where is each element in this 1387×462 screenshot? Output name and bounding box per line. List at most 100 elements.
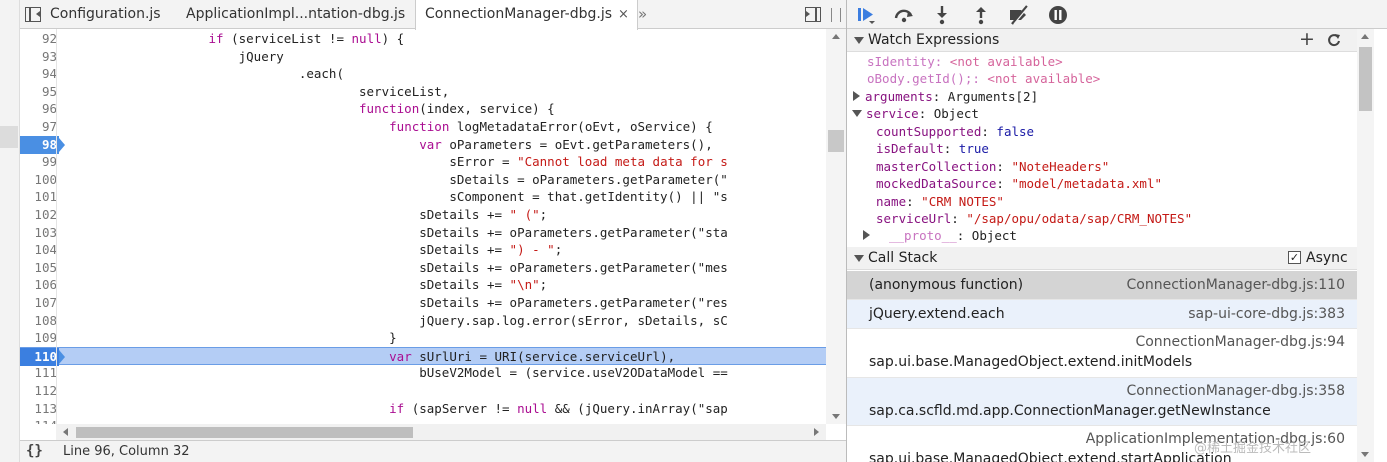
line-number[interactable]: 102 [20,206,57,224]
more-icon[interactable] [831,8,841,22]
code-line[interactable]: 113 if (sapServer != null && (jQuery.inA… [20,400,826,418]
expand-triangle-icon[interactable] [863,230,870,240]
watch-property[interactable]: name: "CRM NOTES" [876,193,1004,210]
scroll-right-icon[interactable] [814,428,819,436]
code-line[interactable]: 100 sDetails = oParameters.getParameter(… [20,171,826,189]
line-number[interactable]: 104 [20,241,57,259]
code-line[interactable]: 111 bUseV2Model = (service.useV2ODataMod… [20,364,826,382]
toggle-debugger-icon[interactable] [805,7,821,22]
expand-triangle-icon[interactable] [853,91,860,101]
line-number[interactable]: 99 [20,153,57,171]
frame-location[interactable]: sap-ui-core-dbg.js:383 [1188,306,1345,322]
code-line[interactable]: 104 sDetails += ") - "; [20,241,826,259]
tab-connection-manager[interactable]: ConnectionManager-dbg.js × [415,0,638,30]
scroll-down-icon[interactable] [832,414,840,419]
scrollbar-thumb[interactable] [828,130,844,152]
call-frame[interactable]: ConnectionManager-dbg.js:94 sap.ui.base.… [847,329,1357,378]
line-number[interactable]: 114 [20,417,57,424]
editor-vertical-scrollbar[interactable] [826,29,846,424]
watch-property[interactable]: masterCollection: "NoteHeaders" [876,158,1109,175]
call-frame[interactable]: jQuery.extend.each sap-ui-core-dbg.js:38… [847,300,1357,329]
tab-application-impl[interactable]: ApplicationImpl...ntation-dbg.js [186,0,405,29]
code-line[interactable]: 112 [20,382,826,400]
scroll-left-icon[interactable] [63,428,68,436]
line-number[interactable]: 109 [20,329,57,347]
call-frame[interactable]: ConnectionManager-dbg.js:358 sap.ca.scfl… [847,378,1357,426]
call-frame[interactable]: (anonymous function) ConnectionManager-d… [847,271,1357,300]
code-line[interactable]: 105 sDetails += oParameters.getParameter… [20,259,826,277]
line-number[interactable]: 105 [20,259,57,277]
watch-property[interactable]: countSupported: false [876,123,1034,140]
scroll-down-icon[interactable] [1361,452,1369,457]
line-number[interactable]: 97 [20,118,57,136]
code-line[interactable]: 96 function(index, service) { [20,100,826,118]
line-number[interactable]: 96 [20,100,57,118]
deactivate-breakpoints-icon[interactable] [1008,4,1030,26]
close-tab-icon[interactable]: × [618,7,629,22]
code-line[interactable]: 93 jQuery [20,48,826,66]
scroll-up-icon[interactable] [832,34,840,39]
code-line[interactable]: 101 sComponent = that.getIdentity() || "… [20,188,826,206]
code-line[interactable]: 97 function logMetadataError(oEvt, oServ… [20,118,826,136]
collapse-triangle-icon[interactable] [854,255,864,262]
code-line[interactable]: 108 jQuery.sap.log.error(sError, sDetail… [20,312,826,330]
line-number[interactable]: 101 [20,188,57,206]
code-line[interactable]: 95 serviceList, [20,83,826,101]
code-line[interactable]: 107 sDetails += oParameters.getParameter… [20,294,826,312]
current-execution-line[interactable]: 110 var sUrlUri = URI(service.serviceUrl… [20,346,826,366]
breakpoint-line-number[interactable]: 110 [20,347,65,366]
scrollbar-thumb[interactable] [76,427,413,438]
step-out-icon[interactable] [970,4,992,26]
line-number[interactable]: 103 [20,224,57,242]
line-number[interactable]: 113 [20,400,57,418]
line-number[interactable]: 106 [20,276,57,294]
code-line[interactable]: 103 sDetails += oParameters.getParameter… [20,224,826,242]
refresh-icon[interactable] [1327,33,1341,47]
async-checkbox[interactable]: ✓ [1288,251,1301,264]
pause-on-exceptions-icon[interactable] [1047,4,1069,26]
line-number[interactable]: 92 [20,30,57,48]
frame-location[interactable]: ConnectionManager-dbg.js:110 [1127,277,1345,293]
toggle-navigator-icon[interactable] [25,7,41,22]
watch-property[interactable]: isDefault: true [876,140,989,157]
collapse-triangle-icon[interactable] [854,37,864,44]
sidebar-vertical-scrollbar[interactable] [1357,29,1374,462]
watch-item-proto[interactable]: __proto__: Object [863,227,1017,244]
editor-horizontal-scrollbar[interactable] [56,424,826,440]
add-watch-icon[interactable]: + [1299,28,1315,50]
code-line[interactable]: 94 .each( [20,65,826,83]
resume-icon[interactable] [855,4,877,26]
watch-property[interactable]: mockedDataSource: "model/metadata.xml" [876,175,1162,192]
tab-configuration[interactable]: Configuration.js [50,0,161,29]
step-over-icon[interactable] [893,4,915,26]
line-number[interactable]: 95 [20,83,57,101]
line-number[interactable]: 107 [20,294,57,312]
code-line[interactable]: 99 sError = "Cannot load meta data for s [20,153,826,171]
watch-item[interactable]: oBody.getId();: <not available> [867,70,1100,87]
line-number[interactable]: 100 [20,171,57,189]
code-line[interactable]: 114 [20,417,826,424]
code-line[interactable]: 102 sDetails += " ("; [20,206,826,224]
code-line[interactable]: 109 } [20,329,826,347]
watch-item[interactable]: sIdentity: <not available> [867,53,1063,70]
code-line[interactable]: 106 sDetails += "\n"; [20,276,826,294]
frame-location[interactable]: ConnectionManager-dbg.js:358 [1127,383,1345,399]
collapse-triangle-icon[interactable] [852,110,862,117]
code-editor[interactable]: 92 if (serviceList != null) {93 jQuery 94… [20,29,826,424]
code-line[interactable]: 98 var oParameters = oEvt.getParameters(… [20,135,826,154]
tabs-overflow-icon[interactable]: » [638,0,647,29]
line-number[interactable]: 112 [20,382,57,400]
step-into-icon[interactable] [931,4,953,26]
line-number[interactable]: 94 [20,65,57,83]
call-stack-header[interactable]: Call Stack ✓ Async [847,247,1357,270]
code-line[interactable]: 92 if (serviceList != null) { [20,30,826,48]
watch-item-arguments[interactable]: arguments: Arguments[2] [853,88,1038,105]
scrollbar-thumb[interactable] [1359,47,1372,111]
watch-item-service[interactable]: service: Object [852,105,979,122]
line-number[interactable]: 93 [20,48,57,66]
watch-property[interactable]: serviceUrl: "/sap/opu/odata/sap/CRM_NOTE… [876,210,1192,227]
scroll-up-icon[interactable] [1361,34,1369,39]
frame-location[interactable]: ConnectionManager-dbg.js:94 [1135,334,1345,350]
line-number[interactable]: 108 [20,312,57,330]
breakpoint-line-number[interactable]: 98 [20,135,65,154]
